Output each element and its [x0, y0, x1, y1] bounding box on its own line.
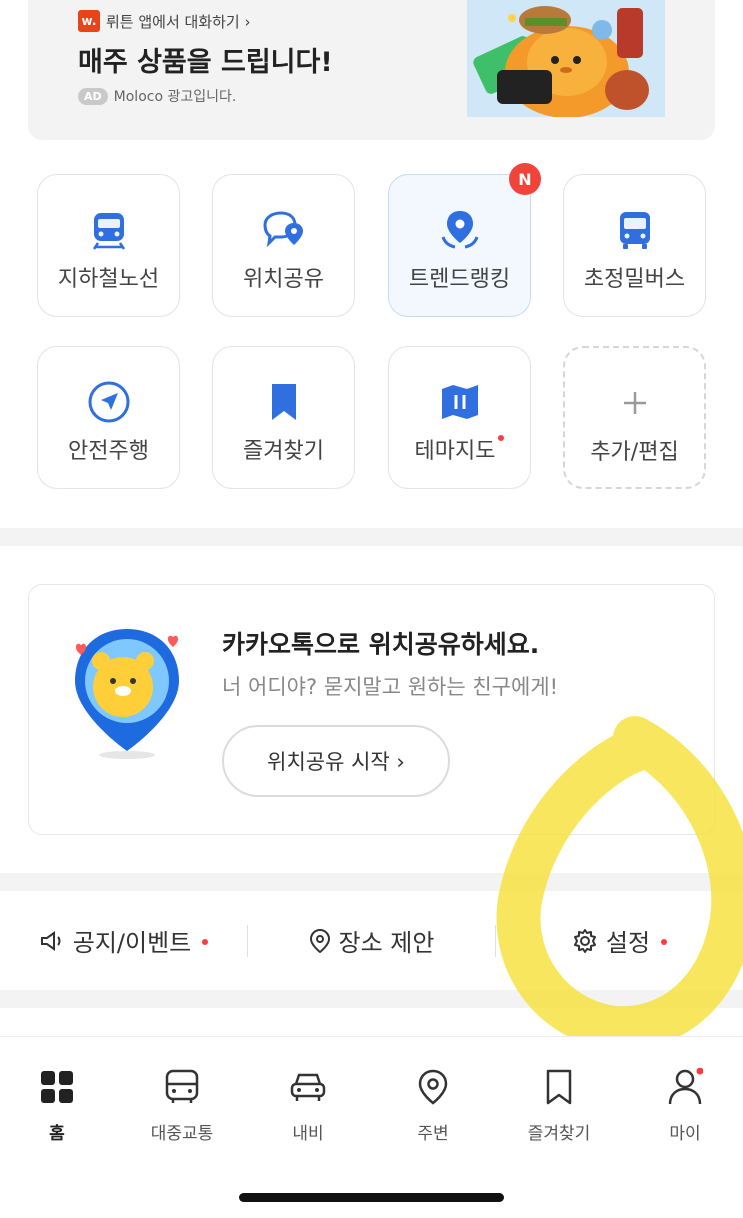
start-location-share-button[interactable]: 위치공유 시작 › — [222, 725, 450, 797]
gear-icon — [573, 928, 596, 953]
section-divider — [0, 990, 743, 1008]
place-suggest-link[interactable]: 장소 제안 — [248, 923, 495, 958]
car-icon — [288, 1067, 328, 1107]
person-icon — [665, 1067, 705, 1107]
new-dot — [202, 938, 209, 945]
ad-advertiser: Moloco 광고입니다. — [113, 89, 237, 105]
tab-label: 홈 — [49, 1124, 65, 1144]
bookmark-icon — [261, 379, 307, 425]
section-divider — [0, 873, 743, 891]
shortcut-favorites[interactable]: 즐겨찾기 — [212, 346, 355, 489]
suggest-label: 장소 제안 — [338, 929, 435, 957]
share-title: 카카오톡으로 위치공유하세요. — [222, 630, 540, 659]
settings-link[interactable]: 설정 — [496, 923, 743, 958]
wrtn-logo: w. — [78, 10, 100, 32]
ryan-mascot-image — [67, 623, 187, 763]
shortcut-subway[interactable]: 지하철노선 — [37, 174, 180, 317]
tab-transit[interactable]: 대중교통 — [120, 1037, 244, 1157]
plus-icon — [612, 380, 658, 426]
tab-my[interactable]: 마이 — [623, 1037, 743, 1157]
location-pin-icon — [309, 928, 330, 953]
share-subtitle: 너 어디야? 묻지말고 원하는 친구에게! — [222, 675, 559, 699]
shortcut-bus[interactable]: 초정밀버스 — [563, 174, 706, 317]
bottom-tab-bar: 홈 대중교통 내비 주변 즐겨찾기 마이 — [0, 1036, 743, 1166]
tab-navi[interactable]: 내비 — [246, 1037, 370, 1157]
ad-badge: AD — [78, 87, 108, 105]
notice-event-link[interactable]: 공지/이벤트 — [0, 923, 247, 958]
shortcut-label: 트렌드랭킹 — [408, 267, 511, 292]
ad-banner[interactable]: w. 뤼튼 앱에서 대화하기 › 매주 상품을 드립니다! AD Moloco … — [28, 0, 715, 140]
ad-title: 매주 상품을 드립니다! — [78, 47, 333, 78]
navigation-icon — [86, 379, 132, 425]
shortcut-label: 지하철노선 — [57, 267, 160, 292]
home-indicator — [239, 1193, 504, 1202]
location-share-card: 카카오톡으로 위치공유하세요. 너 어디야? 묻지말고 원하는 친구에게! 위치… — [28, 584, 715, 835]
tab-label: 마이 — [669, 1124, 701, 1144]
tab-label: 즐겨찾기 — [527, 1124, 591, 1144]
notice-label: 공지/이벤트 — [72, 929, 192, 957]
new-dot — [498, 435, 505, 441]
shortcut-label: 테마지도 — [389, 433, 530, 465]
shortcut-add-edit[interactable]: 추가/편집 — [563, 346, 706, 489]
home-grid-icon — [37, 1067, 77, 1107]
settings-label: 설정 — [605, 929, 651, 957]
speaker-icon — [40, 930, 61, 951]
trend-pin-icon — [437, 207, 483, 253]
tab-label: 내비 — [292, 1124, 324, 1144]
shortcut-label: 초정밀버스 — [583, 267, 686, 292]
shortcut-location-share[interactable]: 위치공유 — [212, 174, 355, 317]
shortcut-label: 위치공유 — [243, 267, 324, 292]
shortcut-label: 추가/편집 — [590, 440, 679, 465]
shortcut-theme-map[interactable]: 테마지도 — [388, 346, 531, 489]
shortcut-safe-driving[interactable]: 안전주행 — [37, 346, 180, 489]
bus-icon — [162, 1067, 202, 1107]
tab-label: 주변 — [417, 1124, 449, 1144]
ad-meta: AD Moloco 광고입니다. — [78, 86, 236, 106]
bookmark-icon — [539, 1067, 579, 1107]
map-icon — [437, 379, 483, 425]
ad-brand-text: 뤼튼 앱에서 대화하기 › — [106, 12, 251, 31]
section-divider — [0, 528, 743, 546]
tab-label: 대중교통 — [150, 1124, 214, 1144]
tab-favorites[interactable]: 즐겨찾기 — [497, 1037, 621, 1157]
shortcut-label: 안전주행 — [68, 439, 149, 464]
ad-brand-line[interactable]: w. 뤼튼 앱에서 대화하기 › — [78, 10, 251, 32]
shortcut-label: 즐겨찾기 — [243, 439, 324, 464]
new-badge: N — [509, 163, 541, 195]
subway-icon — [86, 207, 132, 253]
tab-nearby[interactable]: 주변 — [371, 1037, 495, 1157]
chat-location-icon — [261, 207, 307, 253]
tab-home[interactable]: 홈 — [0, 1037, 119, 1157]
location-pin-icon — [413, 1067, 453, 1107]
bus-icon — [612, 207, 658, 253]
shortcut-trend-ranking[interactable]: 트렌드랭킹 — [388, 174, 531, 317]
new-dot — [661, 938, 668, 945]
ad-image[interactable] — [467, 0, 665, 117]
info-row: 공지/이벤트 장소 제안 설정 — [0, 893, 743, 988]
